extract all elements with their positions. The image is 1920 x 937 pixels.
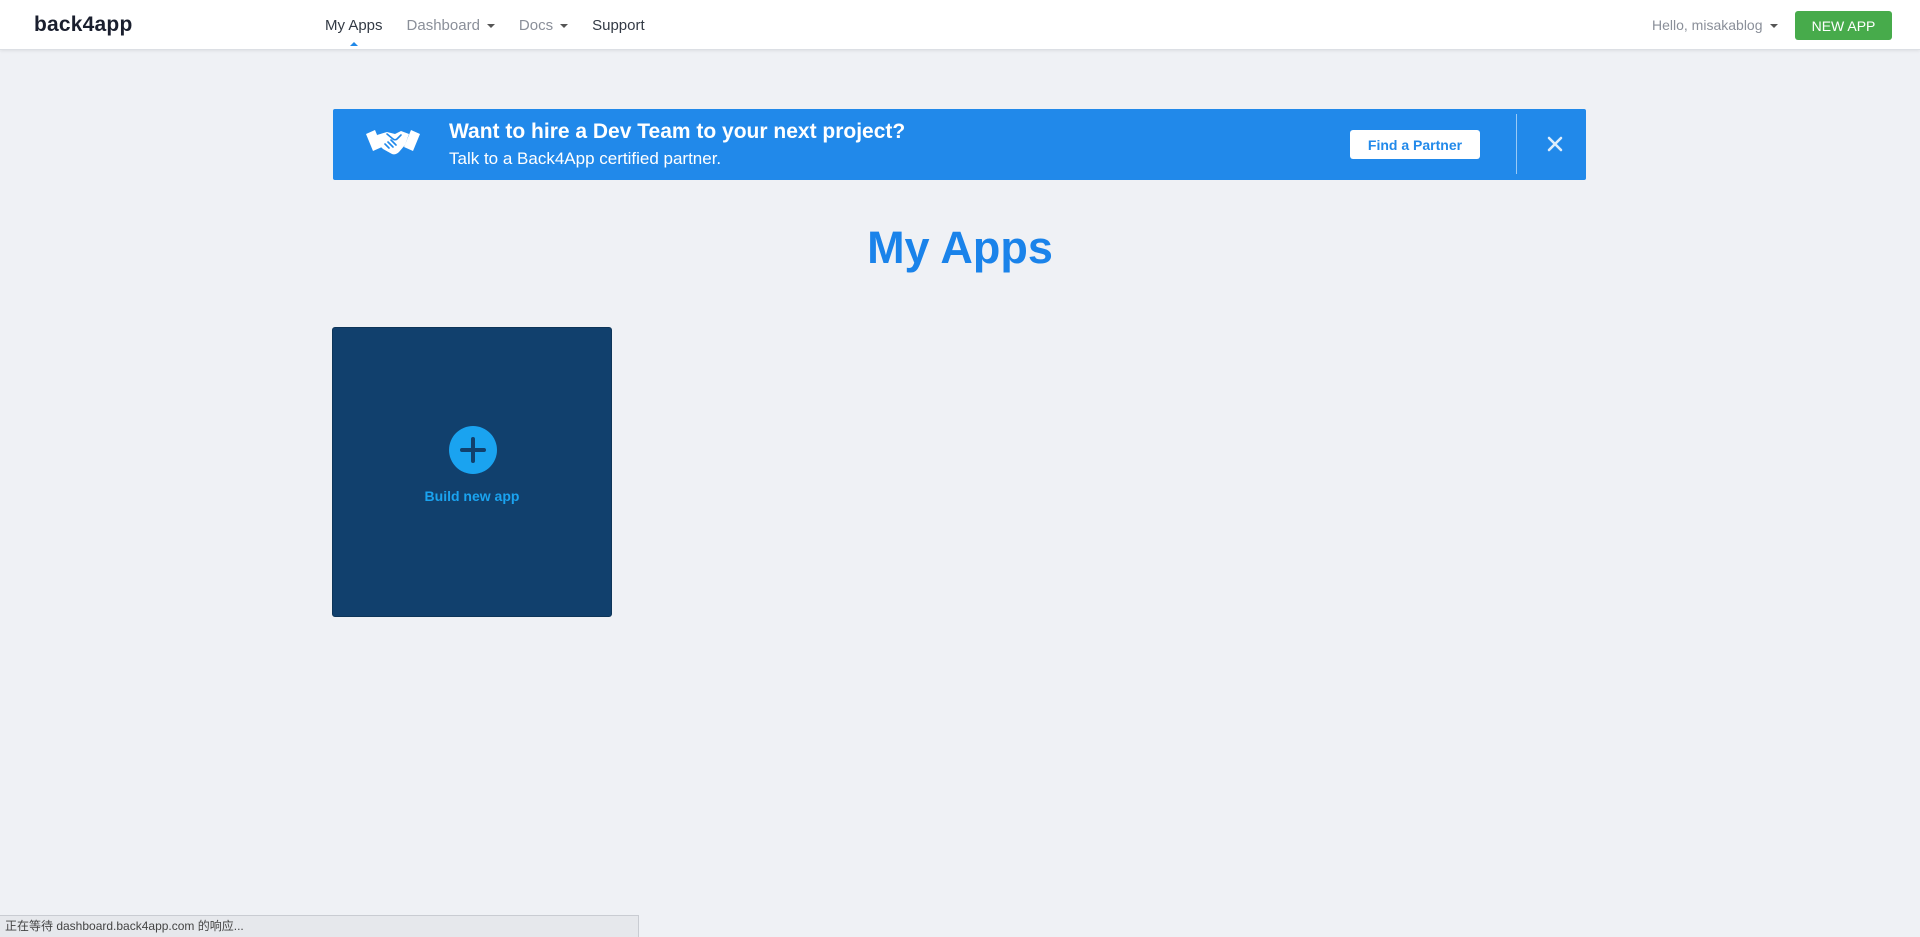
nav-my-apps-label: My Apps (325, 16, 383, 34)
chevron-down-icon (486, 24, 495, 28)
banner-divider (1516, 114, 1517, 174)
close-icon (1547, 136, 1563, 152)
banner-title: Want to hire a Dev Team to your next pro… (449, 120, 906, 143)
partner-banner: Want to hire a Dev Team to your next pro… (333, 109, 1586, 180)
build-new-app-card[interactable]: Build new app (332, 327, 612, 617)
handshake-icon (366, 130, 420, 155)
brand-logo[interactable]: back4app (34, 13, 132, 37)
banner-subtitle: Talk to a Back4App certified partner. (449, 149, 722, 168)
user-greeting: Hello, misakablog (1652, 17, 1763, 33)
nav-docs-label: Docs (518, 16, 554, 34)
main-nav: My Apps Dashboard Docs Support (325, 0, 669, 50)
browser-status-bar: 正在等待 dashboard.back4app.com 的响应... (0, 915, 639, 937)
build-new-app-label: Build new app (424, 488, 520, 504)
chevron-down-icon (1769, 24, 1778, 28)
nav-docs[interactable]: Docs (518, 0, 569, 50)
plus-icon (460, 437, 486, 463)
nav-dashboard-label: Dashboard (406, 16, 480, 34)
plus-circle-icon (449, 426, 497, 474)
nav-my-apps[interactable]: My Apps (325, 0, 383, 50)
nav-support[interactable]: Support (592, 0, 645, 50)
new-app-button[interactable]: NEW APP (1795, 11, 1892, 40)
top-navbar: back4app My Apps Dashboard Docs Support … (0, 0, 1920, 50)
close-banner-button[interactable] (1540, 129, 1570, 159)
nav-dashboard[interactable]: Dashboard (407, 0, 495, 50)
active-indicator (349, 42, 358, 46)
chevron-down-icon (560, 24, 569, 28)
find-partner-button[interactable]: Find a Partner (1350, 130, 1480, 159)
user-menu[interactable]: Hello, misakablog (1652, 0, 1778, 50)
page-title: My Apps (867, 222, 1053, 273)
nav-support-label: Support (592, 16, 645, 34)
